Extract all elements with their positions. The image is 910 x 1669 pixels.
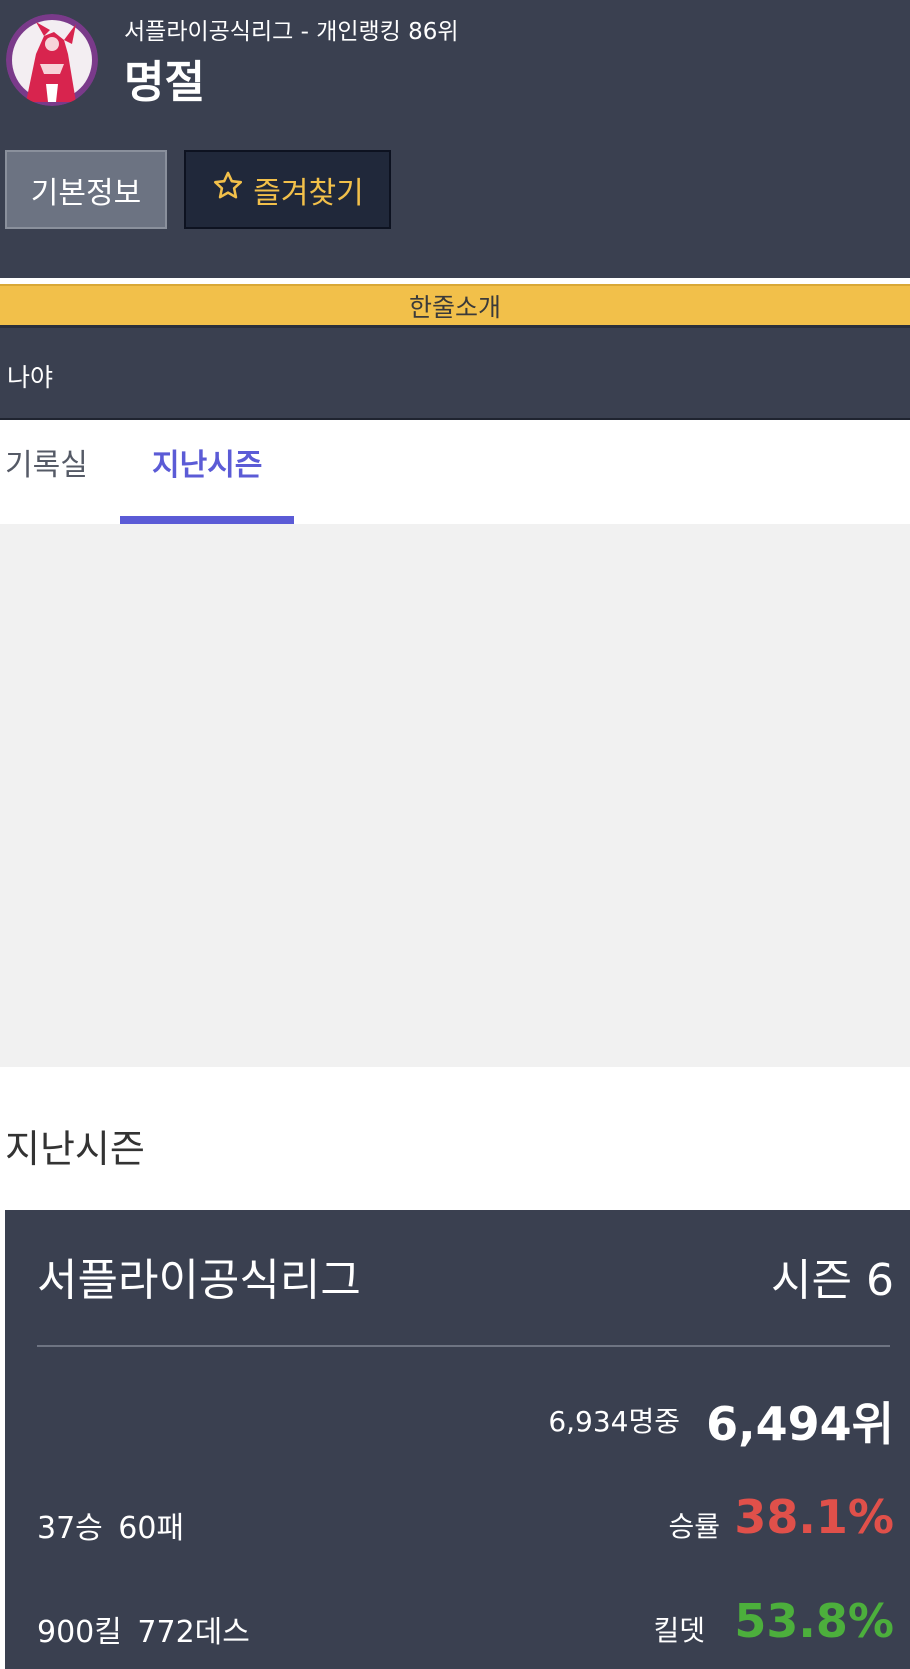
- card-divider: [37, 1345, 890, 1347]
- tab-last-season[interactable]: 지난시즌: [152, 440, 262, 484]
- intro-text: 나야: [7, 363, 54, 392]
- season-rank: 6,494위: [706, 1397, 894, 1451]
- tab-records[interactable]: 기록실: [5, 440, 88, 484]
- winrate-label: 승률: [668, 1510, 720, 1543]
- intro-header-label: 한줄소개: [408, 292, 501, 322]
- rose-character-avatar-icon: [6, 14, 98, 106]
- star-outline-icon: [211, 169, 245, 211]
- kill-death-record: 900킬 772데스: [37, 1615, 250, 1650]
- intro-header-bar: 한줄소개: [0, 284, 910, 328]
- player-name: 명절: [124, 57, 205, 108]
- basic-info-label: 기본정보: [30, 175, 142, 211]
- season-card: 서플라이공식리그 시즌 6 6,934명중 6,494위 37승 60패 승률 …: [5, 1210, 910, 1669]
- season-number: 시즌 6: [771, 1255, 894, 1306]
- winrate-value: 38.1%: [734, 1490, 894, 1544]
- basic-info-button[interactable]: 기본정보: [5, 150, 167, 229]
- intro-text-box: 나야: [0, 328, 910, 420]
- kd-value: 53.8%: [734, 1594, 894, 1648]
- content-placeholder-area: [0, 524, 910, 1067]
- profile-header: 서플라이공식리그 - 개인랭킹 86위 명절 기본정보 즐겨찾기: [0, 0, 910, 278]
- league-rank-subtitle: 서플라이공식리그 - 개인랭킹 86위: [124, 19, 459, 45]
- active-tab-indicator: [120, 516, 294, 524]
- total-players: 6,934명중: [548, 1405, 680, 1438]
- league-name: 서플라이공식리그: [37, 1255, 361, 1306]
- kd-label: 킬뎃: [653, 1614, 705, 1647]
- win-loss-record: 37승 60패: [37, 1511, 185, 1546]
- favorite-button[interactable]: 즐겨찾기: [184, 150, 391, 229]
- section-title: 지난시즌: [5, 1127, 145, 1171]
- favorite-label: 즐겨찾기: [253, 175, 364, 211]
